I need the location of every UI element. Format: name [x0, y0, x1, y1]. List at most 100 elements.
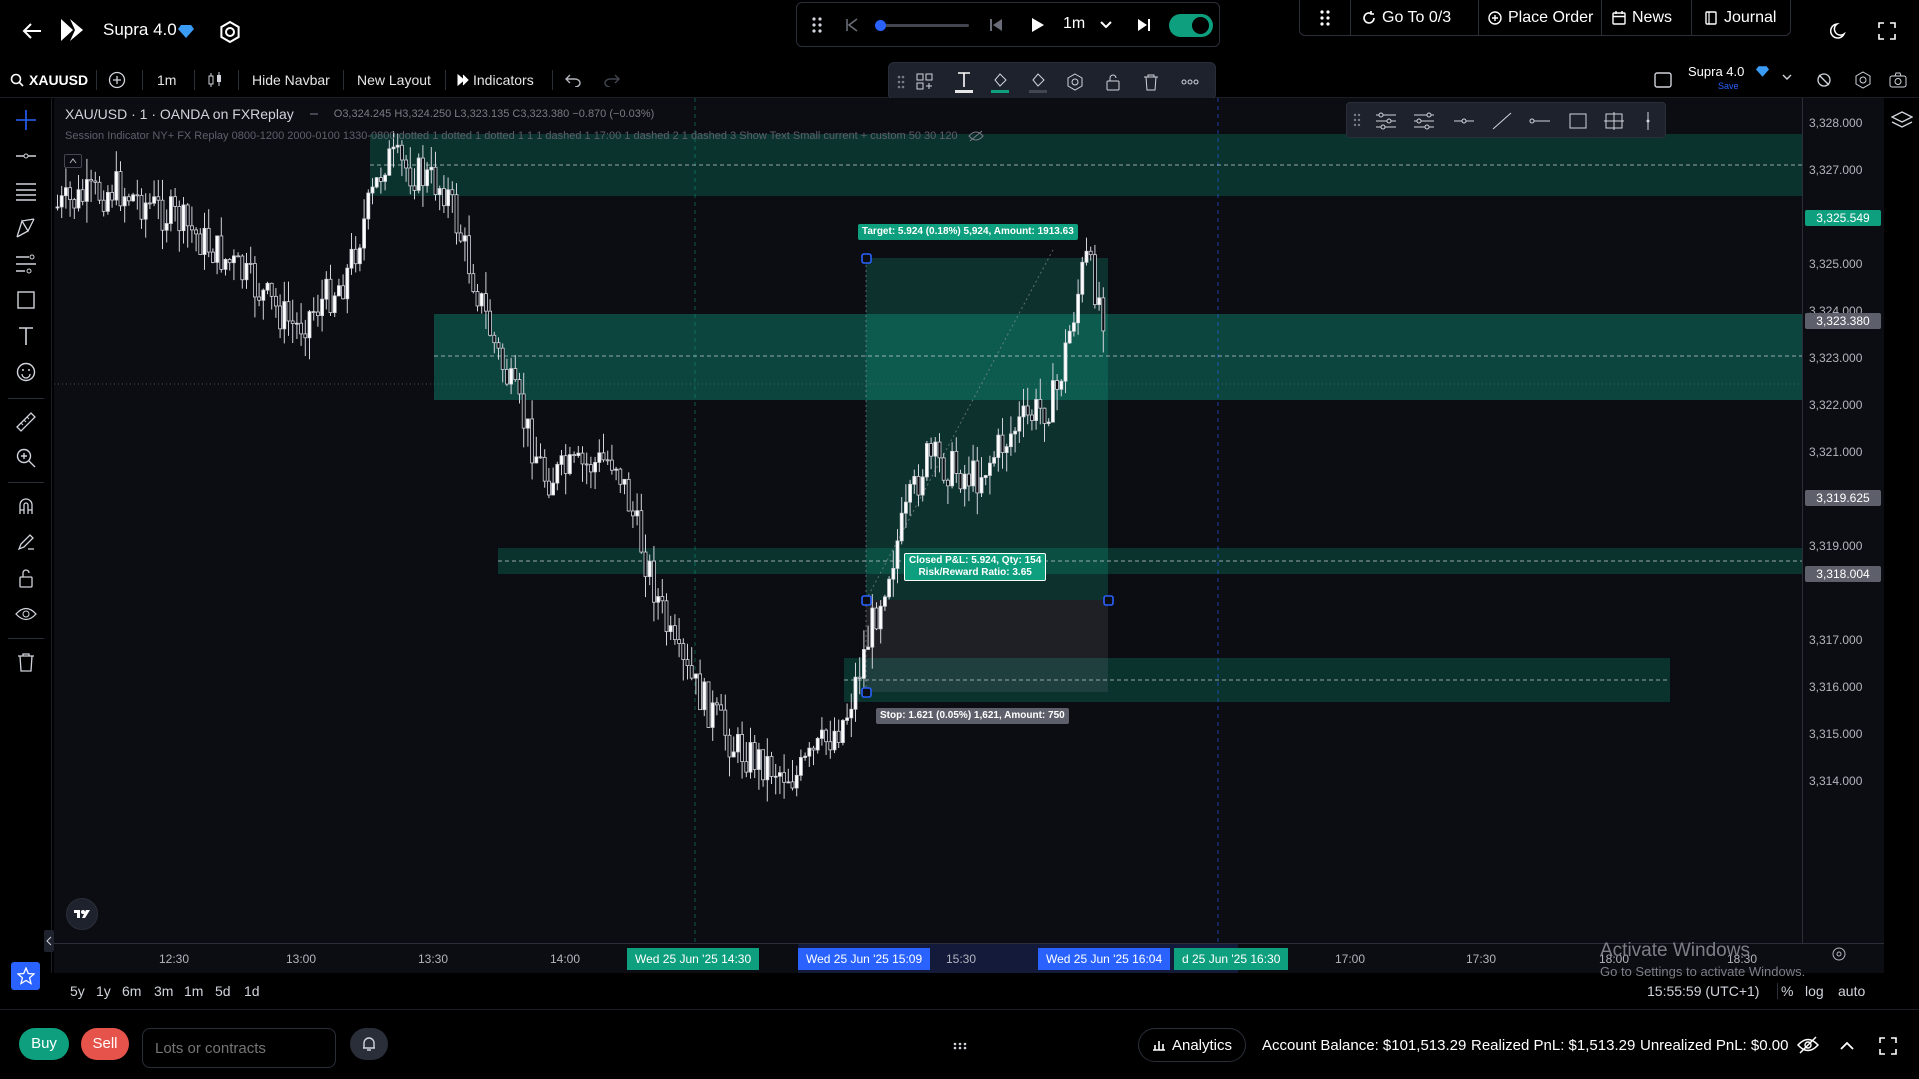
- magnet-icon[interactable]: [12, 492, 40, 520]
- settings-gear-icon[interactable]: [218, 20, 242, 44]
- indicator-legend[interactable]: Session Indicator NY+ FX Replay 0800-120…: [65, 130, 984, 142]
- step-forward-icon[interactable]: [1135, 16, 1153, 34]
- drag-handle-icon[interactable]: [1353, 113, 1361, 127]
- camera-icon[interactable]: [1888, 70, 1908, 90]
- range-button-1y[interactable]: 1y: [96, 983, 111, 999]
- fullscreen-icon[interactable]: [1878, 1036, 1898, 1056]
- news-button[interactable]: News: [1604, 0, 1672, 36]
- layout-selector[interactable]: Supra 4.0 Save: [1652, 62, 1822, 98]
- drag-handle-icon[interactable]: [809, 15, 825, 35]
- place-order-button[interactable]: Place Order: [1481, 0, 1593, 36]
- sliders-icon[interactable]: [1375, 111, 1397, 131]
- indicators-button[interactable]: Indicators: [457, 62, 534, 98]
- range-button-3m[interactable]: 3m: [154, 983, 173, 999]
- quantity-input[interactable]: [142, 1028, 336, 1068]
- range-button-5y[interactable]: 5y: [70, 983, 85, 999]
- text-icon[interactable]: [12, 322, 40, 350]
- lock-drawings-icon[interactable]: [12, 564, 40, 592]
- sliders-alt-icon[interactable]: [1413, 111, 1435, 131]
- trash-icon[interactable]: [1141, 72, 1161, 92]
- fullscreen-icon[interactable]: [1876, 20, 1898, 42]
- goto-button[interactable]: Go To 0/3: [1362, 0, 1451, 36]
- draw-mode-icon[interactable]: [12, 528, 40, 556]
- fill-color-icon[interactable]: [989, 70, 1011, 94]
- templates-icon[interactable]: [915, 72, 935, 92]
- diagonal-line-icon[interactable]: [1491, 111, 1513, 131]
- compare-button[interactable]: [108, 62, 126, 98]
- collapse-sidebar-icon[interactable]: [44, 930, 54, 952]
- ruler-icon[interactable]: [12, 408, 40, 436]
- more-icon[interactable]: [1179, 72, 1201, 92]
- box-icon[interactable]: [1567, 111, 1589, 131]
- price-axis[interactable]: 3,328.0003,327.0003,326.0003,325.0003,32…: [1802, 98, 1885, 943]
- auto-toggle[interactable]: auto: [1838, 983, 1865, 999]
- settings-icon[interactable]: [1065, 72, 1085, 92]
- zoom-in-icon[interactable]: [12, 444, 40, 472]
- text-color-icon[interactable]: [953, 70, 975, 94]
- range-button-6m[interactable]: 6m: [122, 983, 141, 999]
- price-chart[interactable]: XAU/USD · 1 · OANDA on FXReplay O3,324.2…: [54, 98, 1802, 943]
- drag-handle-icon[interactable]: [895, 73, 907, 91]
- symbol-search[interactable]: XAUUSD: [10, 62, 88, 98]
- range-button-1m[interactable]: 1m: [184, 983, 203, 999]
- horizontal-line-icon[interactable]: [1453, 111, 1475, 131]
- hidden-eye-icon[interactable]: [967, 130, 984, 142]
- playback-slider[interactable]: [875, 20, 969, 31]
- lock-order-button[interactable]: [350, 1028, 388, 1060]
- axis-settings-icon[interactable]: [1830, 945, 1848, 963]
- percent-toggle[interactable]: %: [1781, 983, 1793, 999]
- closed-pnl-label[interactable]: Closed P&L: 5.924, Qty: 154 Risk/Reward …: [904, 553, 1047, 581]
- analytics-button[interactable]: Analytics: [1138, 1028, 1246, 1062]
- skip-start-icon[interactable]: [843, 16, 861, 34]
- rectangle-icon[interactable]: [12, 286, 40, 314]
- playback-interval[interactable]: 1m: [1063, 15, 1085, 33]
- pattern-icon[interactable]: [12, 214, 40, 242]
- vertical-line-icon[interactable]: [1643, 111, 1653, 131]
- app-name[interactable]: Supra 4.0: [103, 20, 177, 40]
- lock-icon[interactable]: [1103, 72, 1123, 92]
- forecast-icon[interactable]: [12, 250, 40, 278]
- drag-handle-icon[interactable]: [950, 1040, 970, 1052]
- chevron-down-icon[interactable]: [1099, 19, 1113, 31]
- chevron-up-icon[interactable]: [1838, 1036, 1856, 1054]
- log-toggle[interactable]: log: [1805, 983, 1824, 999]
- emoji-icon[interactable]: [12, 358, 40, 386]
- sell-button[interactable]: Sell: [81, 1028, 129, 1060]
- back-arrow-icon[interactable]: [18, 18, 46, 44]
- eye-icon[interactable]: [12, 600, 40, 628]
- redo-icon[interactable]: [604, 62, 620, 98]
- new-layout-button[interactable]: New Layout: [357, 62, 431, 98]
- step-back-icon[interactable]: [987, 16, 1005, 34]
- collapse-legend-icon[interactable]: [64, 154, 82, 168]
- layers-icon[interactable]: [1890, 108, 1914, 132]
- hide-navbar-button[interactable]: Hide Navbar: [252, 62, 330, 98]
- range-button-5d[interactable]: 5d: [215, 983, 231, 999]
- interval-button[interactable]: 1m: [157, 62, 176, 98]
- legend-title[interactable]: XAU/USD · 1 · OANDA on FXReplay: [65, 106, 294, 122]
- autoplay-toggle[interactable]: [1169, 14, 1213, 37]
- drag-handle-icon[interactable]: [1318, 8, 1332, 28]
- ray-icon[interactable]: [1529, 111, 1551, 131]
- buy-button[interactable]: Buy: [19, 1028, 69, 1060]
- hide-balance-icon[interactable]: [1796, 1034, 1820, 1056]
- border-color-icon[interactable]: [1027, 70, 1049, 94]
- target-label[interactable]: Target: 5.924 (0.18%) 5,924, Amount: 191…: [858, 224, 1078, 240]
- stop-label[interactable]: Stop: 1.621 (0.05%) 1,621, Amount: 750: [876, 708, 1069, 724]
- clock[interactable]: 15:55:59 (UTC+1): [1647, 983, 1759, 999]
- fib-icon[interactable]: [12, 178, 40, 206]
- play-icon[interactable]: [1029, 16, 1047, 34]
- tradingview-logo-icon[interactable]: [66, 898, 98, 930]
- trend-line-icon[interactable]: [12, 142, 40, 170]
- quick-search-icon[interactable]: [1814, 70, 1834, 90]
- crosshair-icon[interactable]: [12, 106, 40, 134]
- undo-icon[interactable]: [565, 62, 581, 98]
- slider-knob[interactable]: [875, 20, 886, 31]
- moon-icon[interactable]: [1828, 20, 1850, 42]
- favorites-star-icon[interactable]: [11, 962, 40, 990]
- trash-icon[interactable]: [12, 648, 40, 676]
- chart-settings-icon[interactable]: [1853, 70, 1873, 90]
- range-button-1d[interactable]: 1d: [244, 983, 260, 999]
- journal-button[interactable]: Journal: [1694, 0, 1776, 36]
- grid-box-icon[interactable]: [1603, 111, 1625, 131]
- chart-type-button[interactable]: [206, 62, 224, 98]
